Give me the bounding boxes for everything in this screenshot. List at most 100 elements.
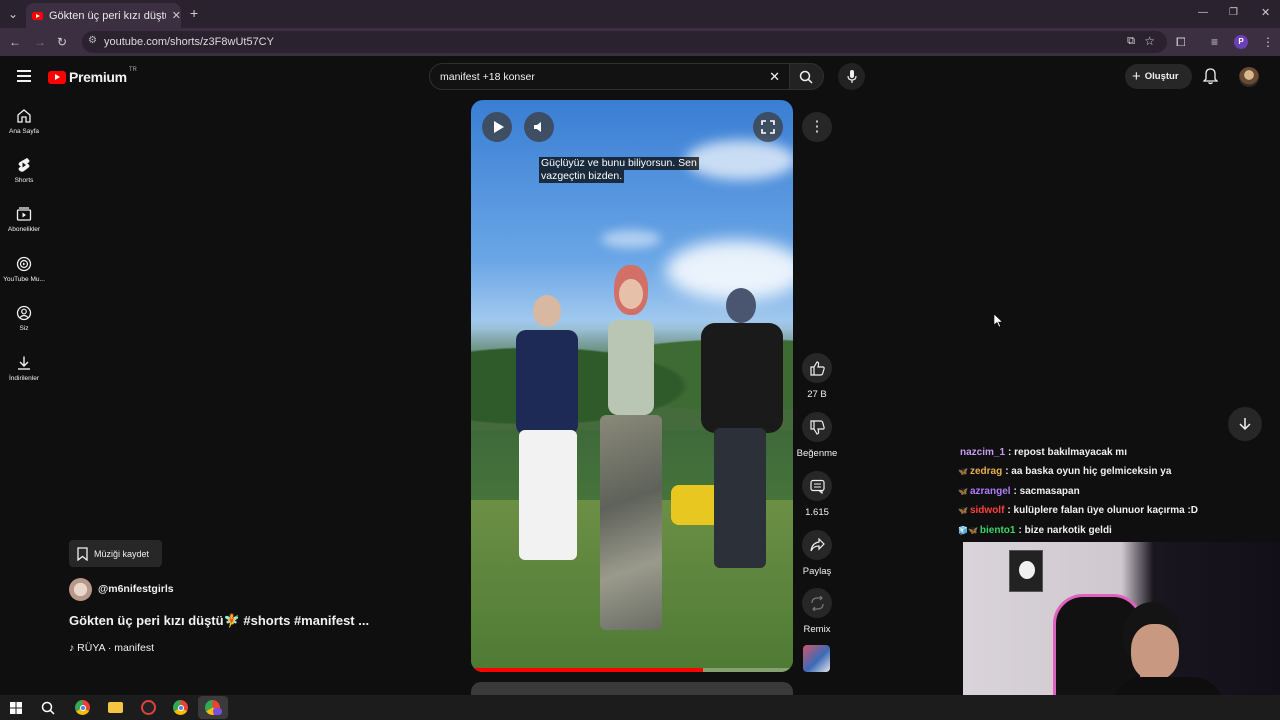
- caption-line: vazgeçtin bizden.: [539, 170, 625, 183]
- account-avatar[interactable]: [1239, 67, 1259, 87]
- dislike-label: Beğenme: [796, 448, 838, 459]
- sidebar-item-youtube-music[interactable]: YouTube Mu...: [0, 256, 48, 300]
- active-app-taskbar-icon[interactable]: [198, 696, 228, 719]
- video-progress-fill: [471, 668, 703, 672]
- like-count: 27 B: [807, 389, 827, 400]
- dislike-button[interactable]: Beğenme: [789, 412, 845, 459]
- microphone-icon: [846, 69, 857, 83]
- windows-start-icon[interactable]: [10, 702, 22, 714]
- video-progress-track[interactable]: [471, 668, 793, 672]
- media-icon[interactable]: ≡: [1211, 35, 1218, 49]
- plus-icon: +: [1132, 68, 1141, 85]
- download-icon: [18, 356, 30, 370]
- remix-button[interactable]: Remix: [789, 588, 845, 635]
- back-icon[interactable]: ←: [9, 35, 21, 49]
- chat-username: zedrag: [969, 466, 1003, 477]
- shorts-video-player[interactable]: Güçlüyüz ve bunu biliyorsun. Sen vazgeçt…: [471, 100, 793, 672]
- restore-icon[interactable]: ❐: [1229, 6, 1238, 20]
- minimize-icon[interactable]: —: [1198, 6, 1208, 20]
- sidebar-item-label: İndirilenler: [9, 375, 39, 382]
- hamburger-menu-icon[interactable]: [17, 70, 31, 82]
- menu-dots-icon[interactable]: ⋮: [1262, 35, 1274, 49]
- youtube-music-icon: [16, 256, 32, 272]
- app-taskbar-icon[interactable]: [141, 700, 156, 715]
- youtube-favicon-icon: [32, 11, 43, 20]
- install-icon[interactable]: ⧉: [1127, 35, 1135, 48]
- video-title[interactable]: Gökten üç peri kızı düştü🧚 #shorts #mani…: [69, 613, 369, 629]
- sidebar-item-label: YouTube Mu...: [3, 276, 45, 283]
- more-vertical-icon: ⋮: [809, 118, 825, 135]
- fullscreen-icon: [761, 120, 775, 134]
- more-options-button[interactable]: ⋮: [802, 112, 832, 142]
- chat-message: 🦋 azrangel: sacmasapan: [958, 486, 1080, 497]
- tab-title: Gökten üç peri kızı düştü🧚 #sh: [49, 10, 166, 22]
- create-button[interactable]: + Oluştur: [1125, 64, 1192, 89]
- fullscreen-button[interactable]: [753, 112, 783, 142]
- sidebar-item-downloads[interactable]: İndirilenler: [0, 355, 48, 399]
- clear-search-icon[interactable]: ✕: [769, 69, 780, 85]
- close-window-icon[interactable]: ✕: [1261, 6, 1270, 20]
- play-button[interactable]: [482, 112, 512, 142]
- chat-username: biento1: [979, 525, 1016, 536]
- share-button[interactable]: Paylaş: [789, 530, 845, 577]
- share-label: Paylaş: [802, 566, 832, 577]
- taskbar-search-icon[interactable]: [41, 701, 55, 715]
- logo-text: Premium: [69, 69, 127, 85]
- chat-message-text: : sacmasapan: [1013, 486, 1080, 497]
- chat-message: 🧊🦋 biento1: bize narkotik geldi: [958, 525, 1112, 536]
- sidebar-item-you[interactable]: Siz: [0, 305, 48, 349]
- tab-search-icon[interactable]: ⌄: [8, 7, 18, 21]
- save-music-button[interactable]: Müziği kaydet: [69, 540, 162, 567]
- chat-username: azrangel: [969, 486, 1011, 497]
- chat-badge-icon: 🧊🦋: [958, 526, 978, 535]
- chrome-taskbar-icon[interactable]: [173, 700, 188, 715]
- region-code: TR: [128, 67, 137, 73]
- address-bar[interactable]: ⚙ youtube.com/shorts/z3F8wUt57CY ⧉ ☆: [82, 31, 1167, 53]
- sound-thumbnail[interactable]: [803, 645, 830, 672]
- share-arrow-icon: [809, 537, 825, 551]
- search-input[interactable]: manifest +18 konser: [440, 71, 535, 83]
- extensions-icon[interactable]: ⧠: [1176, 35, 1186, 49]
- youtube-play-logo-icon: [48, 70, 66, 84]
- voice-search-button[interactable]: [838, 63, 865, 90]
- browser-tab[interactable]: Gökten üç peri kızı düştü🧚 #sh ✕: [26, 3, 181, 28]
- notifications-bell-icon[interactable]: [1202, 68, 1219, 90]
- site-info-icon[interactable]: ⚙: [88, 35, 97, 46]
- cat-poster: [1009, 550, 1043, 592]
- webcam-overlay: [963, 542, 1280, 720]
- comments-button[interactable]: 1.615: [789, 471, 845, 518]
- mouse-cursor-icon: [993, 313, 1004, 333]
- reload-icon[interactable]: ↻: [57, 35, 67, 49]
- chrome-taskbar-icon[interactable]: [75, 700, 90, 715]
- sidebar-item-subscriptions[interactable]: Abonelikler: [0, 206, 48, 250]
- music-info[interactable]: ♪ RÜYA · manifest: [69, 642, 154, 654]
- shorts-icon: [18, 158, 30, 172]
- mute-button[interactable]: [524, 112, 554, 142]
- sidebar-item-home[interactable]: Ana Sayfa: [0, 108, 48, 152]
- sidebar-item-shorts[interactable]: Shorts: [0, 157, 48, 201]
- channel-name[interactable]: @m6nifestgirls: [98, 583, 174, 595]
- channel-avatar[interactable]: [69, 578, 92, 601]
- search-box[interactable]: manifest +18 konser ✕: [429, 63, 790, 90]
- dancer-left: [511, 295, 586, 575]
- chat-message-text: : kulüplere falan üye olunuor kaçırma :D: [1007, 505, 1199, 516]
- chat-username: sidwolf: [969, 505, 1005, 516]
- next-short-preview[interactable]: [471, 682, 793, 696]
- chat-message-text: : bize narkotik geldi: [1018, 525, 1112, 536]
- bookmark-star-icon[interactable]: ☆: [1144, 34, 1155, 48]
- subscriptions-icon: [16, 207, 32, 221]
- scroll-down-button[interactable]: [1228, 407, 1262, 441]
- new-tab-button[interactable]: +: [190, 6, 198, 20]
- like-button[interactable]: 27 B: [789, 353, 845, 400]
- youtube-logo[interactable]: Premium TR: [48, 67, 137, 85]
- profile-avatar[interactable]: P: [1234, 35, 1248, 49]
- forward-icon[interactable]: →: [34, 35, 46, 49]
- chat-badge-icon: 🦋: [958, 487, 968, 496]
- url-text: youtube.com/shorts/z3F8wUt57CY: [104, 36, 274, 48]
- file-explorer-icon[interactable]: [108, 702, 123, 713]
- thumbs-down-icon: [809, 419, 825, 435]
- search-button[interactable]: [790, 63, 824, 90]
- arrow-down-icon: [1239, 418, 1251, 431]
- close-tab-icon[interactable]: ✕: [172, 9, 181, 22]
- chat-username: nazcim_1: [960, 447, 1006, 458]
